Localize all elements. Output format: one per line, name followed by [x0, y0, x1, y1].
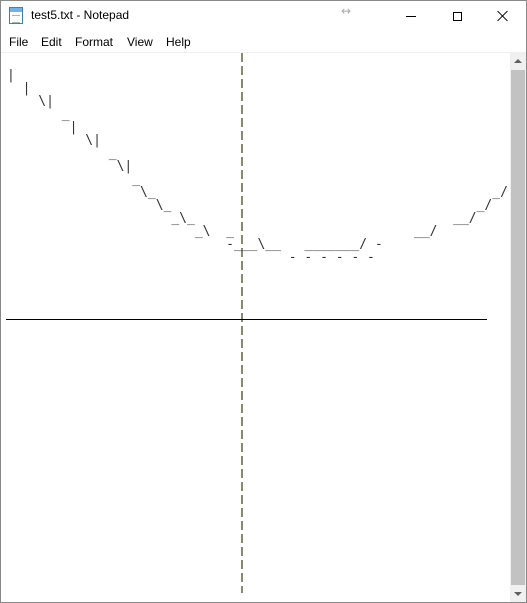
close-icon [497, 10, 509, 22]
scroll-thumb[interactable] [511, 70, 525, 585]
minimize-button[interactable] [388, 1, 434, 31]
menu-edit[interactable]: Edit [41, 35, 62, 49]
document-text[interactable]: | | | | \| [7, 69, 526, 264]
notepad-window: test5.txt - Notepad ↔ File Edit Format V… [0, 0, 527, 603]
vertical-scrollbar[interactable] [510, 53, 526, 602]
menu-bar: File Edit Format View Help [1, 32, 526, 53]
window-title: test5.txt - Notepad [31, 8, 130, 22]
scroll-down-button[interactable] [510, 586, 526, 602]
menu-format[interactable]: Format [75, 35, 113, 49]
menu-view[interactable]: View [127, 35, 153, 49]
menu-file[interactable]: File [9, 35, 28, 49]
text-editor[interactable]: | | | | \| [1, 53, 526, 602]
notepad-icon [9, 7, 23, 24]
resize-arrows-icon: ↔ [341, 4, 352, 18]
scroll-up-button[interactable] [510, 53, 526, 69]
close-button[interactable] [480, 1, 526, 31]
menu-help[interactable]: Help [166, 35, 191, 49]
chevron-up-icon [514, 59, 522, 63]
maximize-button[interactable] [434, 1, 480, 31]
chevron-down-icon [514, 592, 522, 596]
ascii-horizontal-axis [6, 319, 487, 320]
title-bar[interactable]: test5.txt - Notepad ↔ [1, 1, 526, 31]
maximize-icon [452, 11, 462, 21]
minimize-icon [406, 15, 416, 17]
